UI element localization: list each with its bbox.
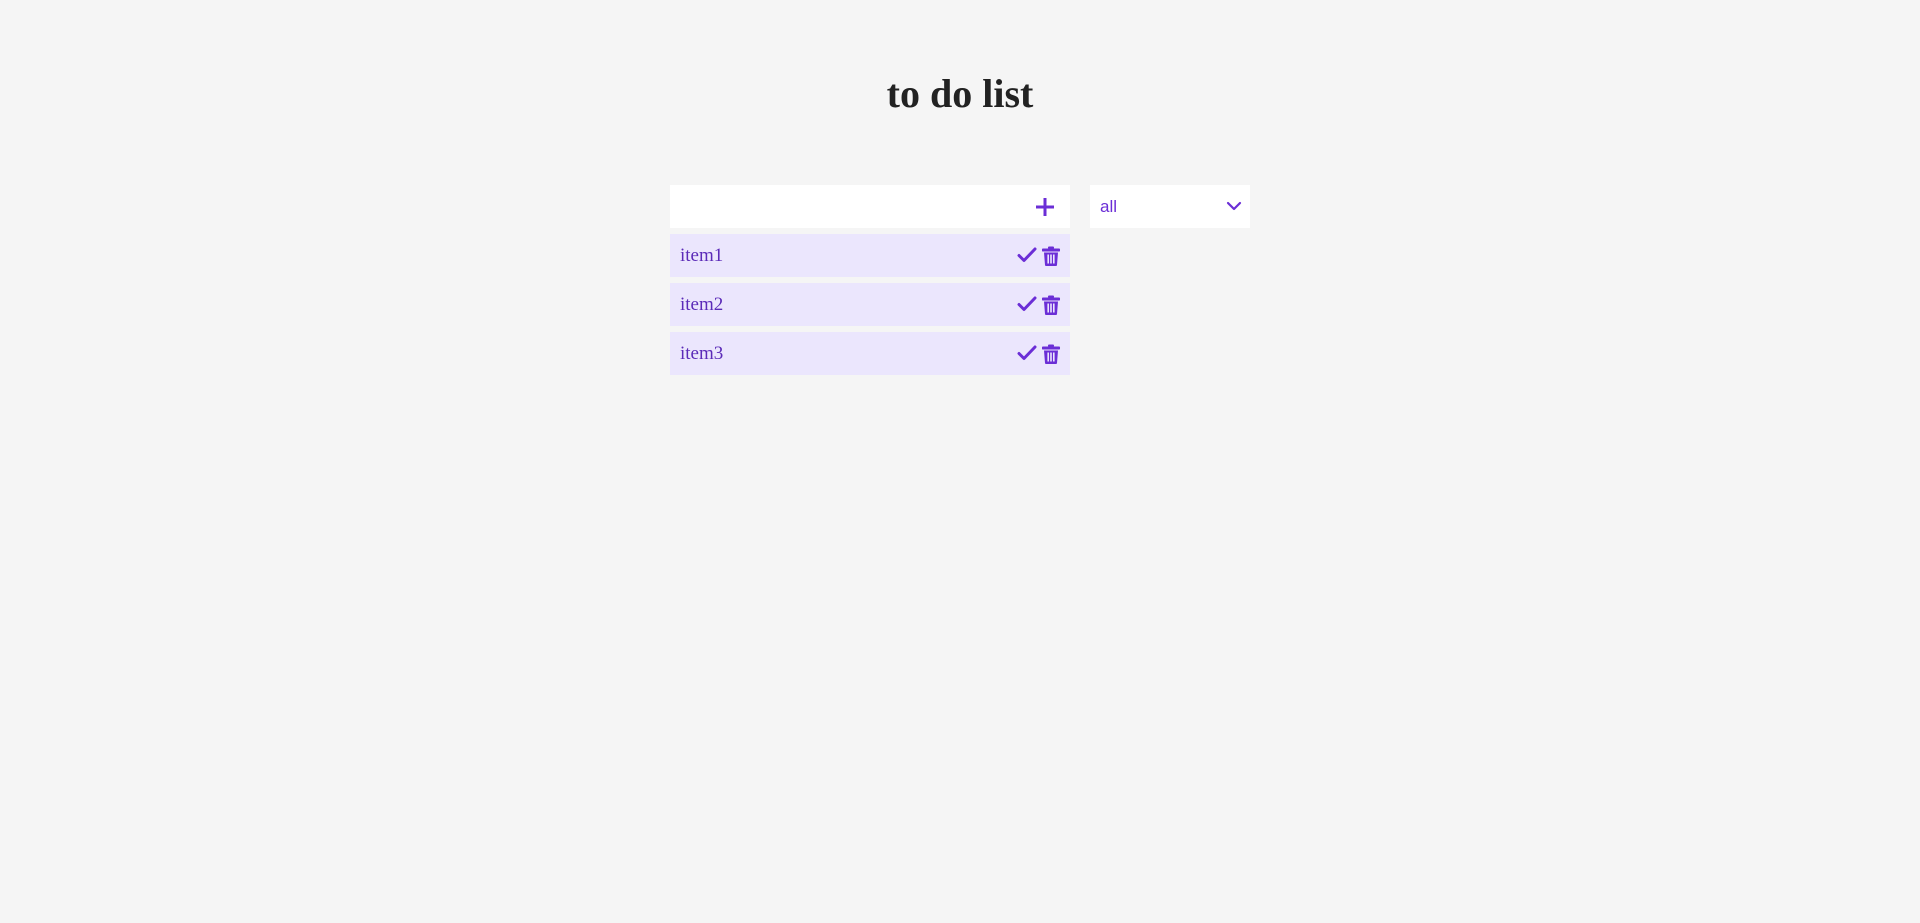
filter-selected-value: all bbox=[1100, 197, 1118, 216]
todo-app: all item1 item2 item3 bbox=[670, 185, 1250, 385]
complete-button[interactable] bbox=[1015, 283, 1039, 326]
check-icon bbox=[1017, 296, 1037, 311]
filter-select[interactable]: all bbox=[1090, 185, 1250, 228]
todo-item-label: item2 bbox=[680, 294, 724, 315]
chevron-down-icon bbox=[1226, 201, 1242, 211]
todo-item-label: item3 bbox=[680, 343, 724, 364]
todo-item-label: item1 bbox=[680, 245, 724, 266]
complete-button[interactable] bbox=[1015, 234, 1039, 277]
trash-icon bbox=[1042, 344, 1060, 364]
delete-button[interactable] bbox=[1039, 283, 1063, 326]
check-icon bbox=[1017, 247, 1037, 262]
todo-item: item3 bbox=[670, 332, 1070, 375]
todo-item: item1 bbox=[670, 234, 1070, 277]
add-todo-button[interactable] bbox=[1020, 185, 1070, 228]
trash-icon bbox=[1042, 246, 1060, 266]
delete-button[interactable] bbox=[1039, 234, 1063, 277]
todo-input[interactable] bbox=[670, 185, 1010, 228]
todo-list: item1 item2 item3 bbox=[670, 234, 1070, 381]
check-icon bbox=[1017, 345, 1037, 360]
delete-button[interactable] bbox=[1039, 332, 1063, 375]
trash-icon bbox=[1042, 295, 1060, 315]
plus-icon bbox=[1036, 198, 1054, 216]
complete-button[interactable] bbox=[1015, 332, 1039, 375]
todo-form bbox=[670, 185, 1070, 228]
page-title: to do list bbox=[886, 71, 1034, 116]
todo-item: item2 bbox=[670, 283, 1070, 326]
